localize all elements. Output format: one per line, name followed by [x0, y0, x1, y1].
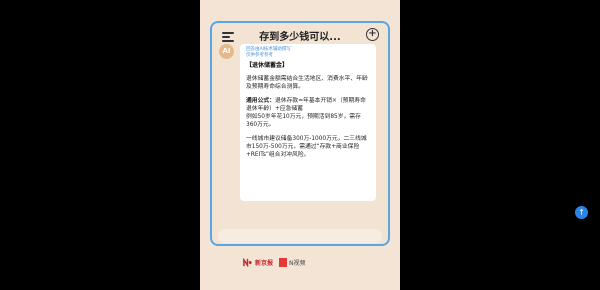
- logo-text-2: N视频: [289, 259, 306, 267]
- formula-label: 通用公式：: [246, 98, 275, 104]
- footer-logos: 新京报 N视频: [243, 256, 306, 268]
- ai-message-bubble: 回答由AI技术辅助撰写 仅供参考参考 【退休储蓄金】 退休储蓄金额需结合生活地区…: [240, 44, 376, 201]
- message-paragraph-3: 一线城市建议储备300万-1000万元，二三线城市150万-500万元，需通过“…: [246, 136, 367, 158]
- message-paragraph-2: 通用公式：退休存款=年基本开销×（预期寿命 退休年龄）+应急储蓄 例如50岁年花…: [246, 97, 370, 129]
- chat-input[interactable]: [218, 229, 382, 243]
- ai-disclaimer-line2: 仅供参考参考: [246, 53, 273, 58]
- chat-window: 存到多少钱可以... + AI 回答由AI技术辅助撰写 仅供参考参考 【退休储蓄…: [210, 21, 390, 246]
- message-paragraph-1: 退休储蓄金额需结合生活地区、消费水平、年龄及预期寿命综合测算。: [246, 76, 368, 90]
- new-chat-icon[interactable]: +: [366, 28, 379, 41]
- page-title: 存到多少钱可以...: [259, 32, 341, 43]
- send-icon[interactable]: ↑: [575, 206, 588, 219]
- logo-text-1: 新京报: [255, 259, 274, 267]
- video-logo-icon: [279, 257, 288, 267]
- formula-example: 例如50岁年花10万元，预期活到85岁，需存360万元。: [246, 114, 361, 128]
- message-heading: 【退休储蓄金】: [246, 62, 289, 69]
- ai-avatar: AI: [219, 44, 234, 59]
- news-logo-icon: [243, 257, 252, 267]
- menu-icon[interactable]: [222, 32, 234, 42]
